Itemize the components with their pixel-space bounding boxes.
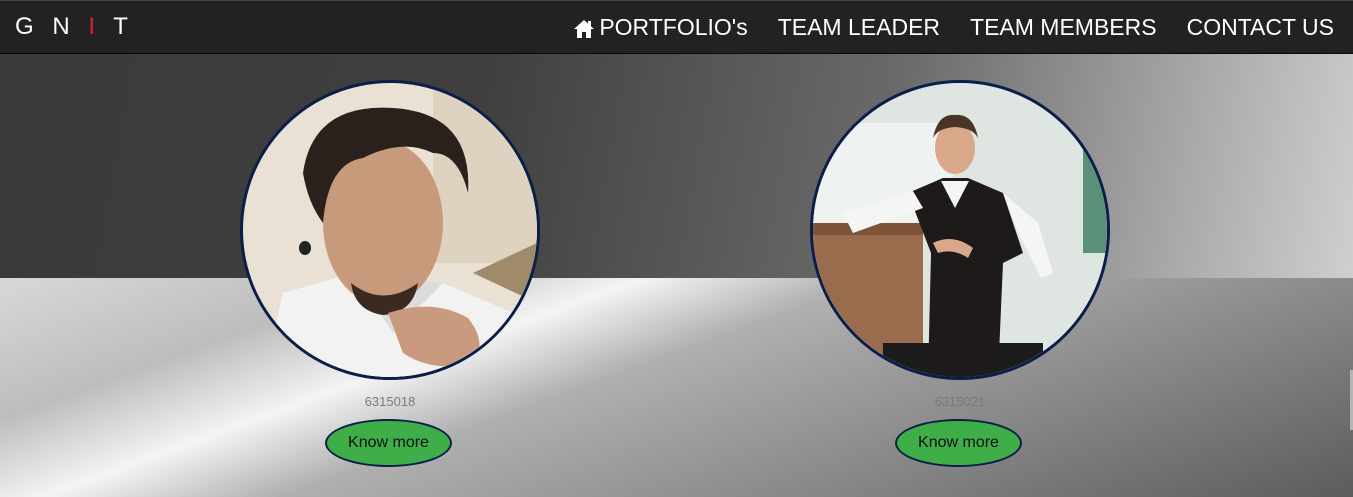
member-roll-number: 6315018	[364, 394, 416, 409]
member-card: 6315018 Know more	[240, 80, 540, 467]
nav-link-label: PORTFOLIO's	[599, 14, 748, 40]
navbar: G N I T PORTFOLIO's TEAM LEADER TEAM MEM…	[0, 0, 1353, 54]
nav-link-team-leader[interactable]: TEAM LEADER	[778, 13, 940, 41]
nav-link-label: TEAM MEMBERS	[970, 14, 1157, 40]
hero-background-top	[0, 54, 1353, 278]
hero-background-bottom	[0, 278, 1353, 497]
nav-link-label: TEAM LEADER	[777, 14, 941, 40]
member-roll-number: 6315021	[934, 394, 986, 409]
home-icon	[573, 17, 595, 38]
nav-link-contact-us[interactable]: CONTACT US	[1187, 13, 1334, 41]
know-more-button[interactable]: Know more	[895, 419, 1022, 467]
page: G N I T PORTFOLIO's TEAM LEADER TEAM MEM…	[0, 0, 1353, 497]
nav-links: PORTFOLIO's TEAM LEADER TEAM MEMBERS CON…	[573, 13, 1334, 41]
member-photo	[810, 80, 1110, 380]
nav-link-portfolios[interactable]: PORTFOLIO's	[573, 13, 748, 41]
nav-link-label: CONTACT US	[1186, 14, 1334, 40]
brand-logo[interactable]: G N I T	[15, 13, 134, 41]
brand-text-accent: I	[88, 13, 102, 40]
brand-text-part1: G N	[15, 13, 89, 40]
know-more-button[interactable]: Know more	[325, 419, 452, 467]
member-photo	[240, 80, 540, 380]
brand-text-part2: T	[101, 13, 134, 40]
nav-link-team-members[interactable]: TEAM MEMBERS	[970, 13, 1157, 41]
member-card: 6315021 Know more	[810, 80, 1110, 467]
